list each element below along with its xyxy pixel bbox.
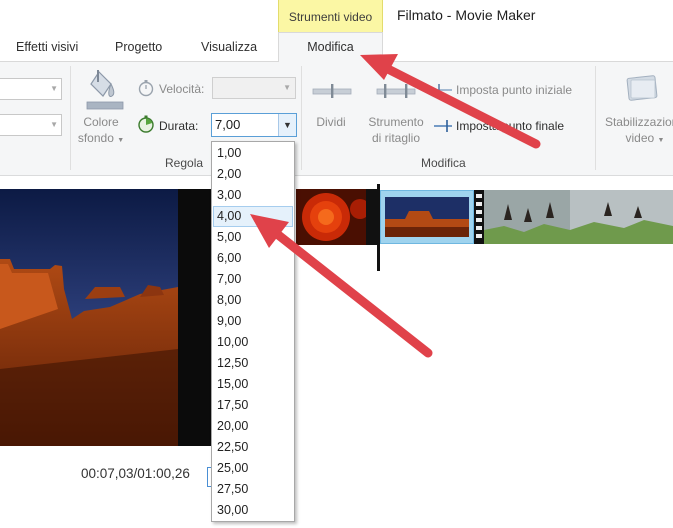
annotation-arrow-modifica bbox=[360, 54, 541, 149]
annotation-arrows bbox=[250, 54, 541, 358]
annotation-arrow-option bbox=[250, 214, 433, 358]
